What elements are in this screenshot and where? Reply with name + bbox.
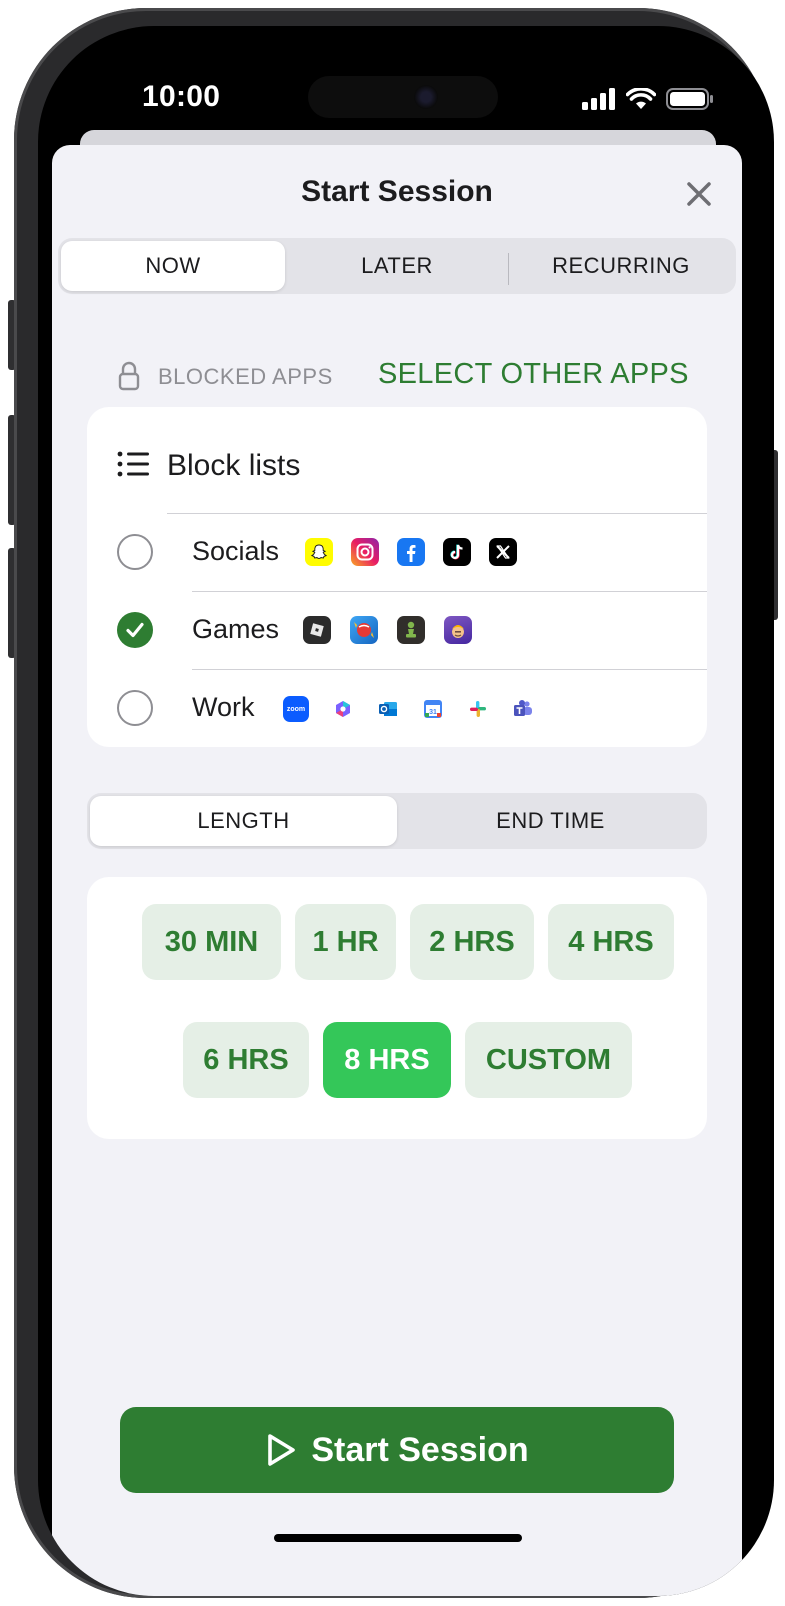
close-icon[interactable] bbox=[684, 179, 714, 209]
length-option-6-hrs[interactable]: 6 HRS bbox=[183, 1022, 309, 1098]
cellular-signal-icon bbox=[582, 88, 615, 110]
status-time: 10:00 bbox=[142, 80, 221, 113]
socials-radio[interactable] bbox=[117, 534, 153, 570]
chess-icon bbox=[397, 616, 425, 644]
tab-now[interactable]: NOW bbox=[61, 241, 285, 291]
work-radio[interactable] bbox=[117, 690, 153, 726]
wifi-icon bbox=[626, 88, 656, 109]
snapchat-icon bbox=[305, 538, 333, 566]
block-lists-card: Block lists Socials Games Work zoom 31 bbox=[87, 407, 707, 747]
clash-of-clans-icon bbox=[444, 616, 472, 644]
teams-icon bbox=[512, 698, 534, 720]
camera-icon bbox=[414, 85, 438, 109]
play-icon bbox=[268, 1434, 296, 1466]
length-option-1-hr[interactable]: 1 HR bbox=[295, 904, 396, 980]
start-session-sheet: Start Session NOW LATER RECURRING BLOCKE… bbox=[52, 145, 742, 1596]
divider bbox=[167, 513, 707, 514]
tiktok-icon bbox=[443, 538, 471, 566]
length-option-8-hrs[interactable]: 8 HRS bbox=[323, 1022, 451, 1098]
roblox-icon bbox=[303, 616, 331, 644]
duration-tabs: LENGTH END TIME bbox=[87, 793, 707, 849]
tab-recurring[interactable]: RECURRING bbox=[509, 241, 733, 291]
zoom-icon-text: zoom bbox=[286, 705, 306, 713]
length-option-4-hrs[interactable]: 4 HRS bbox=[548, 904, 674, 980]
select-other-apps-link[interactable]: SELECT OTHER APPS bbox=[378, 358, 689, 391]
schedule-tabs: NOW LATER RECURRING bbox=[58, 238, 736, 294]
phone-frame: 10:00 Start Session NOW LATER RECURRING … bbox=[14, 8, 774, 1598]
battery-icon bbox=[666, 88, 713, 110]
start-session-label: Start Session bbox=[311, 1430, 529, 1469]
tab-later-label: LATER bbox=[361, 253, 433, 278]
lock-icon bbox=[118, 361, 140, 391]
tab-end-time[interactable]: END TIME bbox=[397, 796, 704, 846]
length-option-2-hrs[interactable]: 2 HRS bbox=[410, 904, 534, 980]
status-icons bbox=[582, 88, 714, 110]
divider bbox=[192, 669, 707, 670]
zoom-icon: zoom bbox=[283, 696, 309, 722]
divider bbox=[192, 591, 707, 592]
socials-apps bbox=[305, 538, 517, 566]
tab-length[interactable]: LENGTH bbox=[90, 796, 397, 846]
work-apps: zoom 31 bbox=[283, 696, 534, 722]
list-icon bbox=[117, 451, 149, 477]
phone-screen: 10:00 Start Session NOW LATER RECURRING … bbox=[38, 26, 774, 1596]
games-apps bbox=[303, 616, 472, 644]
length-option-30-min[interactable]: 30 MIN bbox=[142, 904, 281, 980]
block-list-label: Socials bbox=[192, 536, 280, 566]
slack-icon bbox=[467, 698, 489, 720]
tab-later[interactable]: LATER bbox=[285, 241, 509, 291]
block-lists-title: Block lists bbox=[167, 449, 301, 482]
home-indicator bbox=[274, 1534, 522, 1542]
dynamic-island bbox=[308, 76, 498, 118]
block-list-label: Games bbox=[192, 614, 280, 644]
candy-crush-icon bbox=[350, 616, 378, 644]
sheet-title: Start Session bbox=[301, 175, 493, 208]
copilot-icon bbox=[332, 698, 354, 720]
checkmark-icon bbox=[126, 622, 144, 638]
x-icon bbox=[489, 538, 517, 566]
blocked-apps-label: BLOCKED APPS bbox=[158, 364, 333, 389]
google-calendar-icon: 31 bbox=[422, 698, 444, 720]
outlook-icon bbox=[377, 698, 399, 720]
length-options-card: 30 MIN 1 HR 2 HRS 4 HRS 6 HRS 8 HRS CUST… bbox=[87, 877, 707, 1139]
block-list-label: Work bbox=[192, 692, 255, 722]
start-session-button[interactable]: Start Session bbox=[120, 1407, 674, 1493]
instagram-icon bbox=[351, 538, 379, 566]
facebook-icon bbox=[397, 538, 425, 566]
games-radio[interactable] bbox=[117, 612, 153, 648]
length-option-custom[interactable]: CUSTOM bbox=[465, 1022, 632, 1098]
svg-text:31: 31 bbox=[429, 709, 437, 716]
